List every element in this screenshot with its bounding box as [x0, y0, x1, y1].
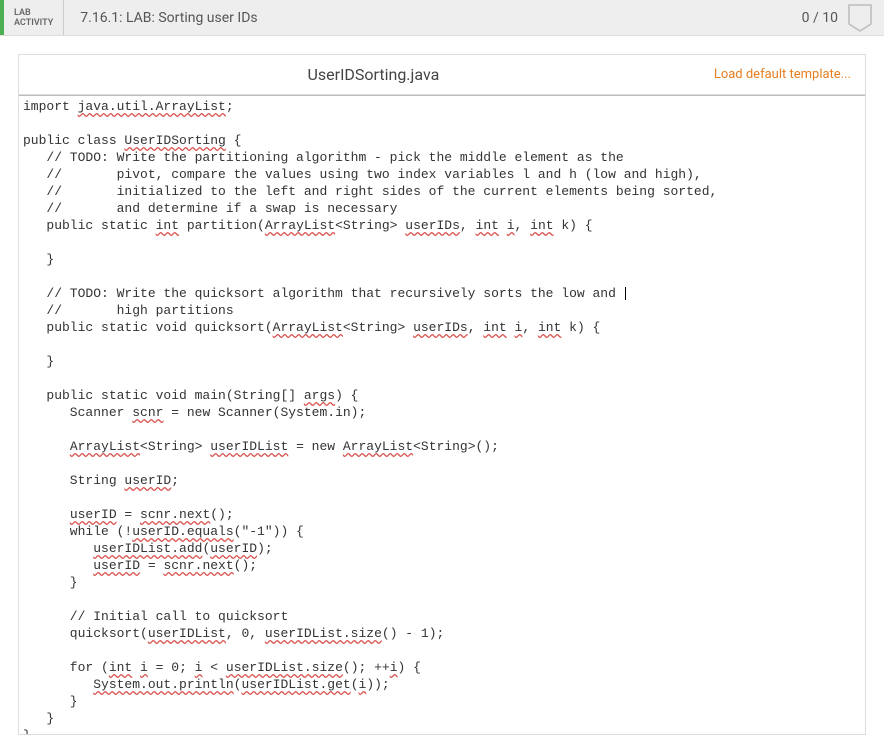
lab-title: 7.16.1: LAB: Sorting user IDs — [64, 10, 801, 26]
editor-panel: UserIDSorting.java Load default template… — [18, 54, 866, 735]
load-default-template-link[interactable]: Load default template... — [714, 67, 851, 82]
text-cursor — [625, 287, 626, 300]
score-badge-icon — [846, 2, 874, 34]
lab-label-line2: ACTIVITY — [14, 18, 53, 28]
editor-header: UserIDSorting.java Load default template… — [19, 55, 865, 95]
lab-activity-label: LAB ACTIVITY — [4, 0, 64, 35]
code-area: import java.util.ArrayList; public class… — [19, 95, 865, 734]
lab-header: LAB ACTIVITY 7.16.1: LAB: Sorting user I… — [0, 0, 884, 36]
lab-score: 0 / 10 — [802, 10, 846, 26]
code-editor[interactable]: import java.util.ArrayList; public class… — [19, 96, 865, 734]
editor-filename: UserIDSorting.java — [33, 65, 714, 84]
lab-label-line1: LAB — [14, 8, 53, 18]
